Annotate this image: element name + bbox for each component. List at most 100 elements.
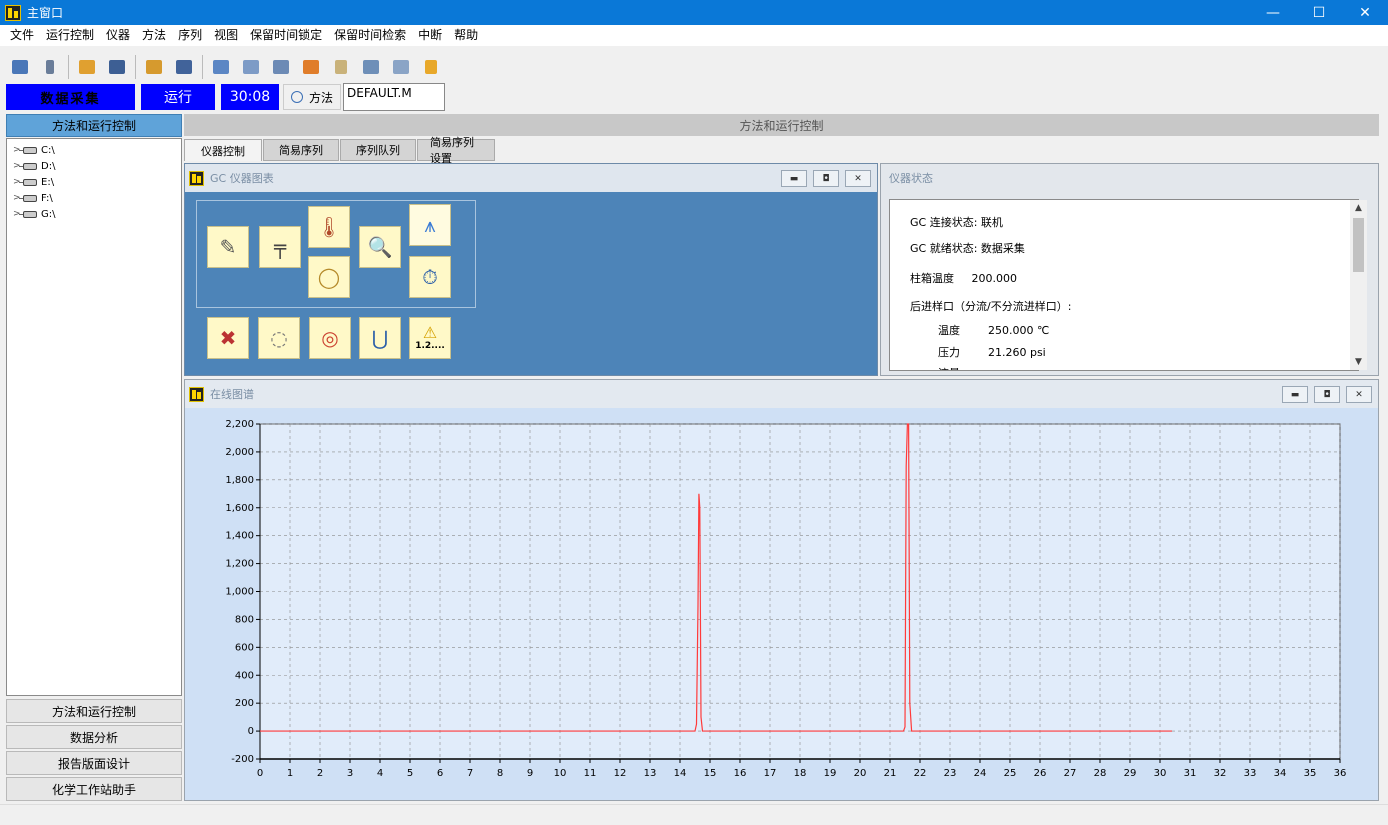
app-icon bbox=[5, 4, 21, 21]
flask-icon[interactable] bbox=[329, 55, 353, 79]
y-tick-label: 400 bbox=[235, 670, 254, 681]
book-icon[interactable] bbox=[299, 55, 323, 79]
chrom-minimize-button[interactable]: ▬ bbox=[1282, 386, 1308, 403]
menu-file[interactable]: 文件 bbox=[4, 25, 40, 46]
y-tick-label: 1,200 bbox=[225, 559, 254, 570]
y-tick-label: 1,800 bbox=[225, 475, 254, 486]
y-tick-label: 600 bbox=[235, 642, 254, 653]
menu-instrument[interactable]: 仪器 bbox=[100, 25, 136, 46]
menu-help[interactable]: 帮助 bbox=[448, 25, 484, 46]
x-tick-label: 31 bbox=[1184, 768, 1197, 779]
close-button[interactable]: ✕ bbox=[1342, 0, 1388, 25]
column-ring-icon[interactable]: ◌ bbox=[258, 317, 300, 359]
x-tick-label: 13 bbox=[644, 768, 657, 779]
inlet-icon[interactable]: ╤ bbox=[259, 226, 301, 268]
menu-view[interactable]: 视图 bbox=[208, 25, 244, 46]
x-tick-label: 8 bbox=[497, 768, 503, 779]
title-bar: 主窗口 — ☐ ✕ bbox=[0, 0, 1388, 25]
window-title: 主窗口 bbox=[27, 6, 64, 20]
tools-icon[interactable]: ✖ bbox=[207, 317, 249, 359]
chrom-restore-button[interactable]: ◘ bbox=[1314, 386, 1340, 403]
x-tick-label: 17 bbox=[764, 768, 777, 779]
panel-minimize-button[interactable]: ▬ bbox=[781, 170, 807, 187]
drive-icon bbox=[19, 146, 37, 154]
x-tick-label: 23 bbox=[944, 768, 957, 779]
nav-assistant-button[interactable]: 化学工作站助手 bbox=[6, 777, 182, 801]
oven-icon[interactable]: 🌡 bbox=[308, 206, 350, 248]
sequence-icon[interactable] bbox=[8, 55, 32, 79]
tree-item-f[interactable]: > F:\ bbox=[7, 190, 181, 206]
x-tick-label: 24 bbox=[974, 768, 987, 779]
chrom-panel-titlebar: 在线图谱 ▬ ◘ ✕ bbox=[185, 380, 1378, 408]
load-icon[interactable] bbox=[75, 55, 99, 79]
drive-icon bbox=[19, 210, 37, 218]
warning-icon[interactable]: ⚠ 1.2.... bbox=[409, 317, 451, 359]
method-button[interactable]: 方法 bbox=[283, 84, 341, 110]
magnet-icon[interactable]: ⋃ bbox=[359, 317, 401, 359]
menu-sequence[interactable]: 序列 bbox=[172, 25, 208, 46]
report-icon[interactable] bbox=[209, 55, 233, 79]
tools-icon[interactable] bbox=[389, 55, 413, 79]
status-inlet-pressure: 压力 21.260 psi bbox=[938, 346, 1046, 359]
status-inlet-header: 后进样口（分流/不分流进样口）: bbox=[910, 300, 1072, 313]
x-tick-label: 34 bbox=[1274, 768, 1287, 779]
panel-close-button[interactable]: ✕ bbox=[845, 170, 871, 187]
tree-item-g[interactable]: > G:\ bbox=[7, 206, 181, 222]
injector-icon[interactable]: ✎ bbox=[207, 226, 249, 268]
drive-tree: > C:\ > D:\ > E:\ > F:\ > G:\ bbox=[6, 138, 182, 696]
menu-run-control[interactable]: 运行控制 bbox=[40, 25, 100, 46]
x-tick-label: 1 bbox=[287, 768, 293, 779]
nav-method-run-control-button[interactable]: 方法和运行控制 bbox=[6, 699, 182, 723]
edit-icon[interactable] bbox=[269, 55, 293, 79]
maximize-button[interactable]: ☐ bbox=[1296, 0, 1342, 25]
load-sequence-icon[interactable] bbox=[142, 55, 166, 79]
chrom-close-button[interactable]: ✕ bbox=[1346, 386, 1372, 403]
x-tick-label: 36 bbox=[1334, 768, 1347, 779]
y-tick-label: 2,000 bbox=[225, 447, 254, 458]
acquisition-status: 数据采集 bbox=[6, 84, 135, 110]
menu-rt-lock[interactable]: 保留时间锁定 bbox=[244, 25, 328, 46]
signal-icon[interactable]: ⩚ bbox=[409, 204, 451, 246]
chromatogram-chart[interactable]: 0 1 2 3 4 5 6 7 8 9 10 11 12 13 14 15 16 17 18 19 20 21 22 23 24… bbox=[185, 408, 1378, 800]
status-panel-title: 仪器状态 bbox=[889, 172, 933, 185]
method-name-field[interactable]: DEFAULT.M bbox=[343, 83, 445, 111]
tab-sequence-queue[interactable]: 序列队列 bbox=[340, 139, 416, 161]
tab-easy-sequence[interactable]: 简易序列 bbox=[263, 139, 339, 161]
panel-restore-button[interactable]: ◘ bbox=[813, 170, 839, 187]
tree-item-d[interactable]: > D:\ bbox=[7, 158, 181, 174]
tab-easy-sequence-setup[interactable]: 简易序列设置 bbox=[417, 136, 495, 165]
menu-rt-search[interactable]: 保留时间检索 bbox=[328, 25, 412, 46]
scroll-thumb[interactable] bbox=[1353, 218, 1364, 272]
tree-item-e[interactable]: > E:\ bbox=[7, 174, 181, 190]
column-icon[interactable]: ◯ bbox=[308, 256, 350, 298]
scroll-down-icon[interactable]: ▼ bbox=[1350, 354, 1367, 370]
tab-instrument-control[interactable]: 仪器控制 bbox=[184, 139, 262, 161]
x-tick-label: 2 bbox=[317, 768, 323, 779]
x-tick-label: 5 bbox=[407, 768, 413, 779]
nav-data-analysis-button[interactable]: 数据分析 bbox=[6, 725, 182, 749]
nav-report-layout-button[interactable]: 报告版面设计 bbox=[6, 751, 182, 775]
x-tick-label: 0 bbox=[257, 768, 263, 779]
x-tick-label: 25 bbox=[1004, 768, 1017, 779]
x-tick-label: 18 bbox=[794, 768, 807, 779]
save-sequence-icon[interactable] bbox=[172, 55, 196, 79]
menu-method[interactable]: 方法 bbox=[136, 25, 172, 46]
detector-icon[interactable]: 🔍 bbox=[359, 226, 401, 268]
minimize-button[interactable]: — bbox=[1250, 0, 1296, 25]
y-tick-label: 200 bbox=[235, 698, 254, 709]
gauge-icon[interactable]: ◎ bbox=[309, 317, 351, 359]
valve-timer-icon[interactable]: ⏱ bbox=[409, 256, 451, 298]
tree-item-c[interactable]: > C:\ bbox=[7, 142, 181, 158]
menu-abort[interactable]: 中断 bbox=[412, 25, 448, 46]
print-icon[interactable] bbox=[239, 55, 263, 79]
x-tick-label: 30 bbox=[1154, 768, 1167, 779]
status-scrollbar[interactable]: ▲ ▼ bbox=[1350, 200, 1367, 370]
syringe-icon[interactable] bbox=[359, 55, 383, 79]
save-icon[interactable] bbox=[105, 55, 129, 79]
method-icon[interactable] bbox=[38, 55, 62, 79]
lamp-icon[interactable] bbox=[419, 55, 443, 79]
status-inlet-flow: 流量 bbox=[938, 365, 960, 370]
scroll-up-icon[interactable]: ▲ bbox=[1350, 200, 1367, 216]
x-tick-label: 19 bbox=[824, 768, 837, 779]
x-tick-label: 28 bbox=[1094, 768, 1107, 779]
